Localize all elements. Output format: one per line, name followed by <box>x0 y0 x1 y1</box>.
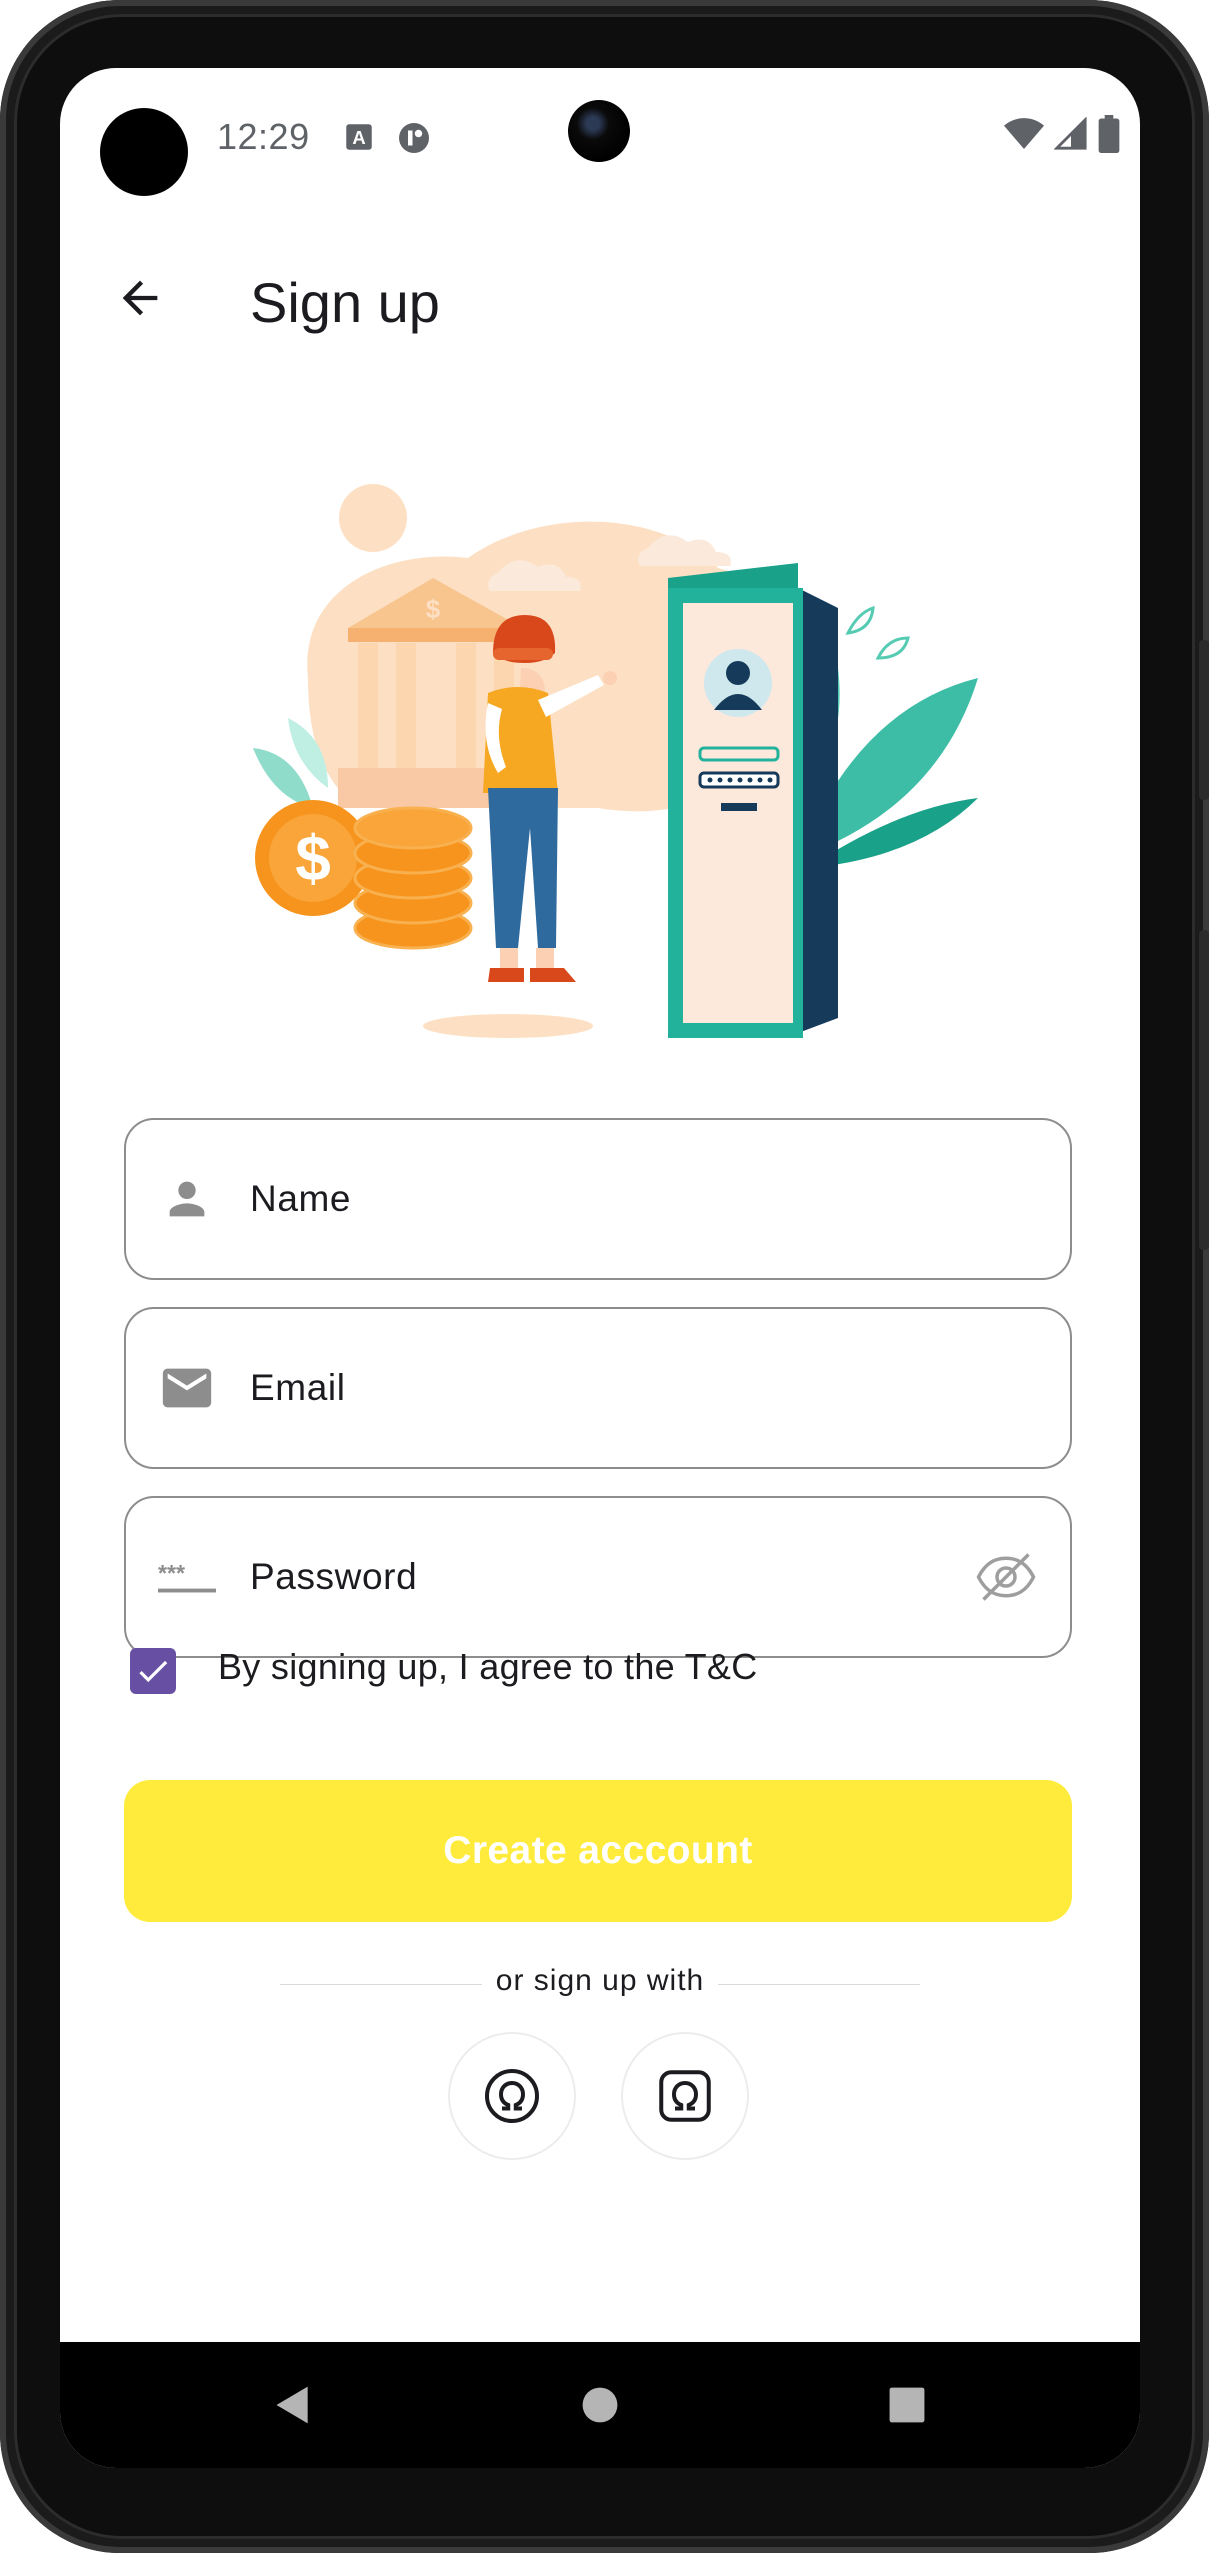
battery-icon <box>1098 114 1120 158</box>
omega-circle-icon <box>485 2069 539 2123</box>
create-account-button[interactable]: Create acccount <box>124 1780 1072 1922</box>
text-a-icon: A <box>342 120 376 154</box>
email-input[interactable] <box>250 1309 970 1467</box>
email-field <box>124 1307 1072 1469</box>
nav-back-icon[interactable] <box>260 2372 326 2438</box>
system-nav-bar <box>60 2342 1140 2468</box>
signal-icon <box>1053 115 1088 156</box>
name-input[interactable] <box>250 1120 970 1278</box>
status-bar: 12:29 A <box>60 68 1140 208</box>
circle-badge-icon <box>396 120 430 154</box>
signup-illustration: $ $ <box>238 478 988 1048</box>
divider-text: or sign up with <box>481 1964 719 1997</box>
divider-text-wrap: or sign up with <box>280 1964 920 1998</box>
person-icon <box>158 1170 216 1228</box>
social-signup-button-2[interactable] <box>621 2032 749 2160</box>
wifi-icon <box>1004 117 1044 156</box>
svg-text:***: *** <box>158 1560 185 1586</box>
svg-text:$: $ <box>426 594 441 624</box>
omega-square-icon <box>659 2070 711 2122</box>
page-title: Sign up <box>250 271 440 334</box>
divider: or sign up with <box>280 1960 920 2010</box>
password-icon: *** <box>158 1548 216 1606</box>
status-right-icons <box>1004 114 1120 158</box>
terms-checkbox[interactable] <box>130 1648 176 1694</box>
arrow-back-icon <box>122 280 158 316</box>
volume-button <box>1199 640 1209 800</box>
front-camera-cutout <box>100 108 188 196</box>
social-signup-button-1[interactable] <box>448 2032 576 2160</box>
svg-text:A: A <box>352 127 365 148</box>
mail-icon <box>158 1359 216 1417</box>
name-field <box>124 1118 1072 1280</box>
visibility-off-icon[interactable] <box>974 1545 1038 1609</box>
status-time: 12:29 <box>217 116 310 157</box>
svg-text:$: $ <box>295 822 331 894</box>
nav-home-icon[interactable] <box>567 2372 633 2438</box>
punch-hole-camera <box>568 100 630 162</box>
nav-recents-icon[interactable] <box>874 2372 940 2438</box>
check-icon <box>139 1660 168 1683</box>
back-button[interactable] <box>100 258 180 338</box>
app-bar: Sign up <box>60 228 1140 368</box>
terms-label: By signing up, I agree to the T&C <box>218 1646 758 1687</box>
terms-row: By signing up, I agree to the T&C <box>130 1628 1030 1708</box>
screen: 12:29 A Sign up $ $ Name Email *** By si… <box>60 68 1140 2468</box>
power-button <box>1199 930 1209 1250</box>
